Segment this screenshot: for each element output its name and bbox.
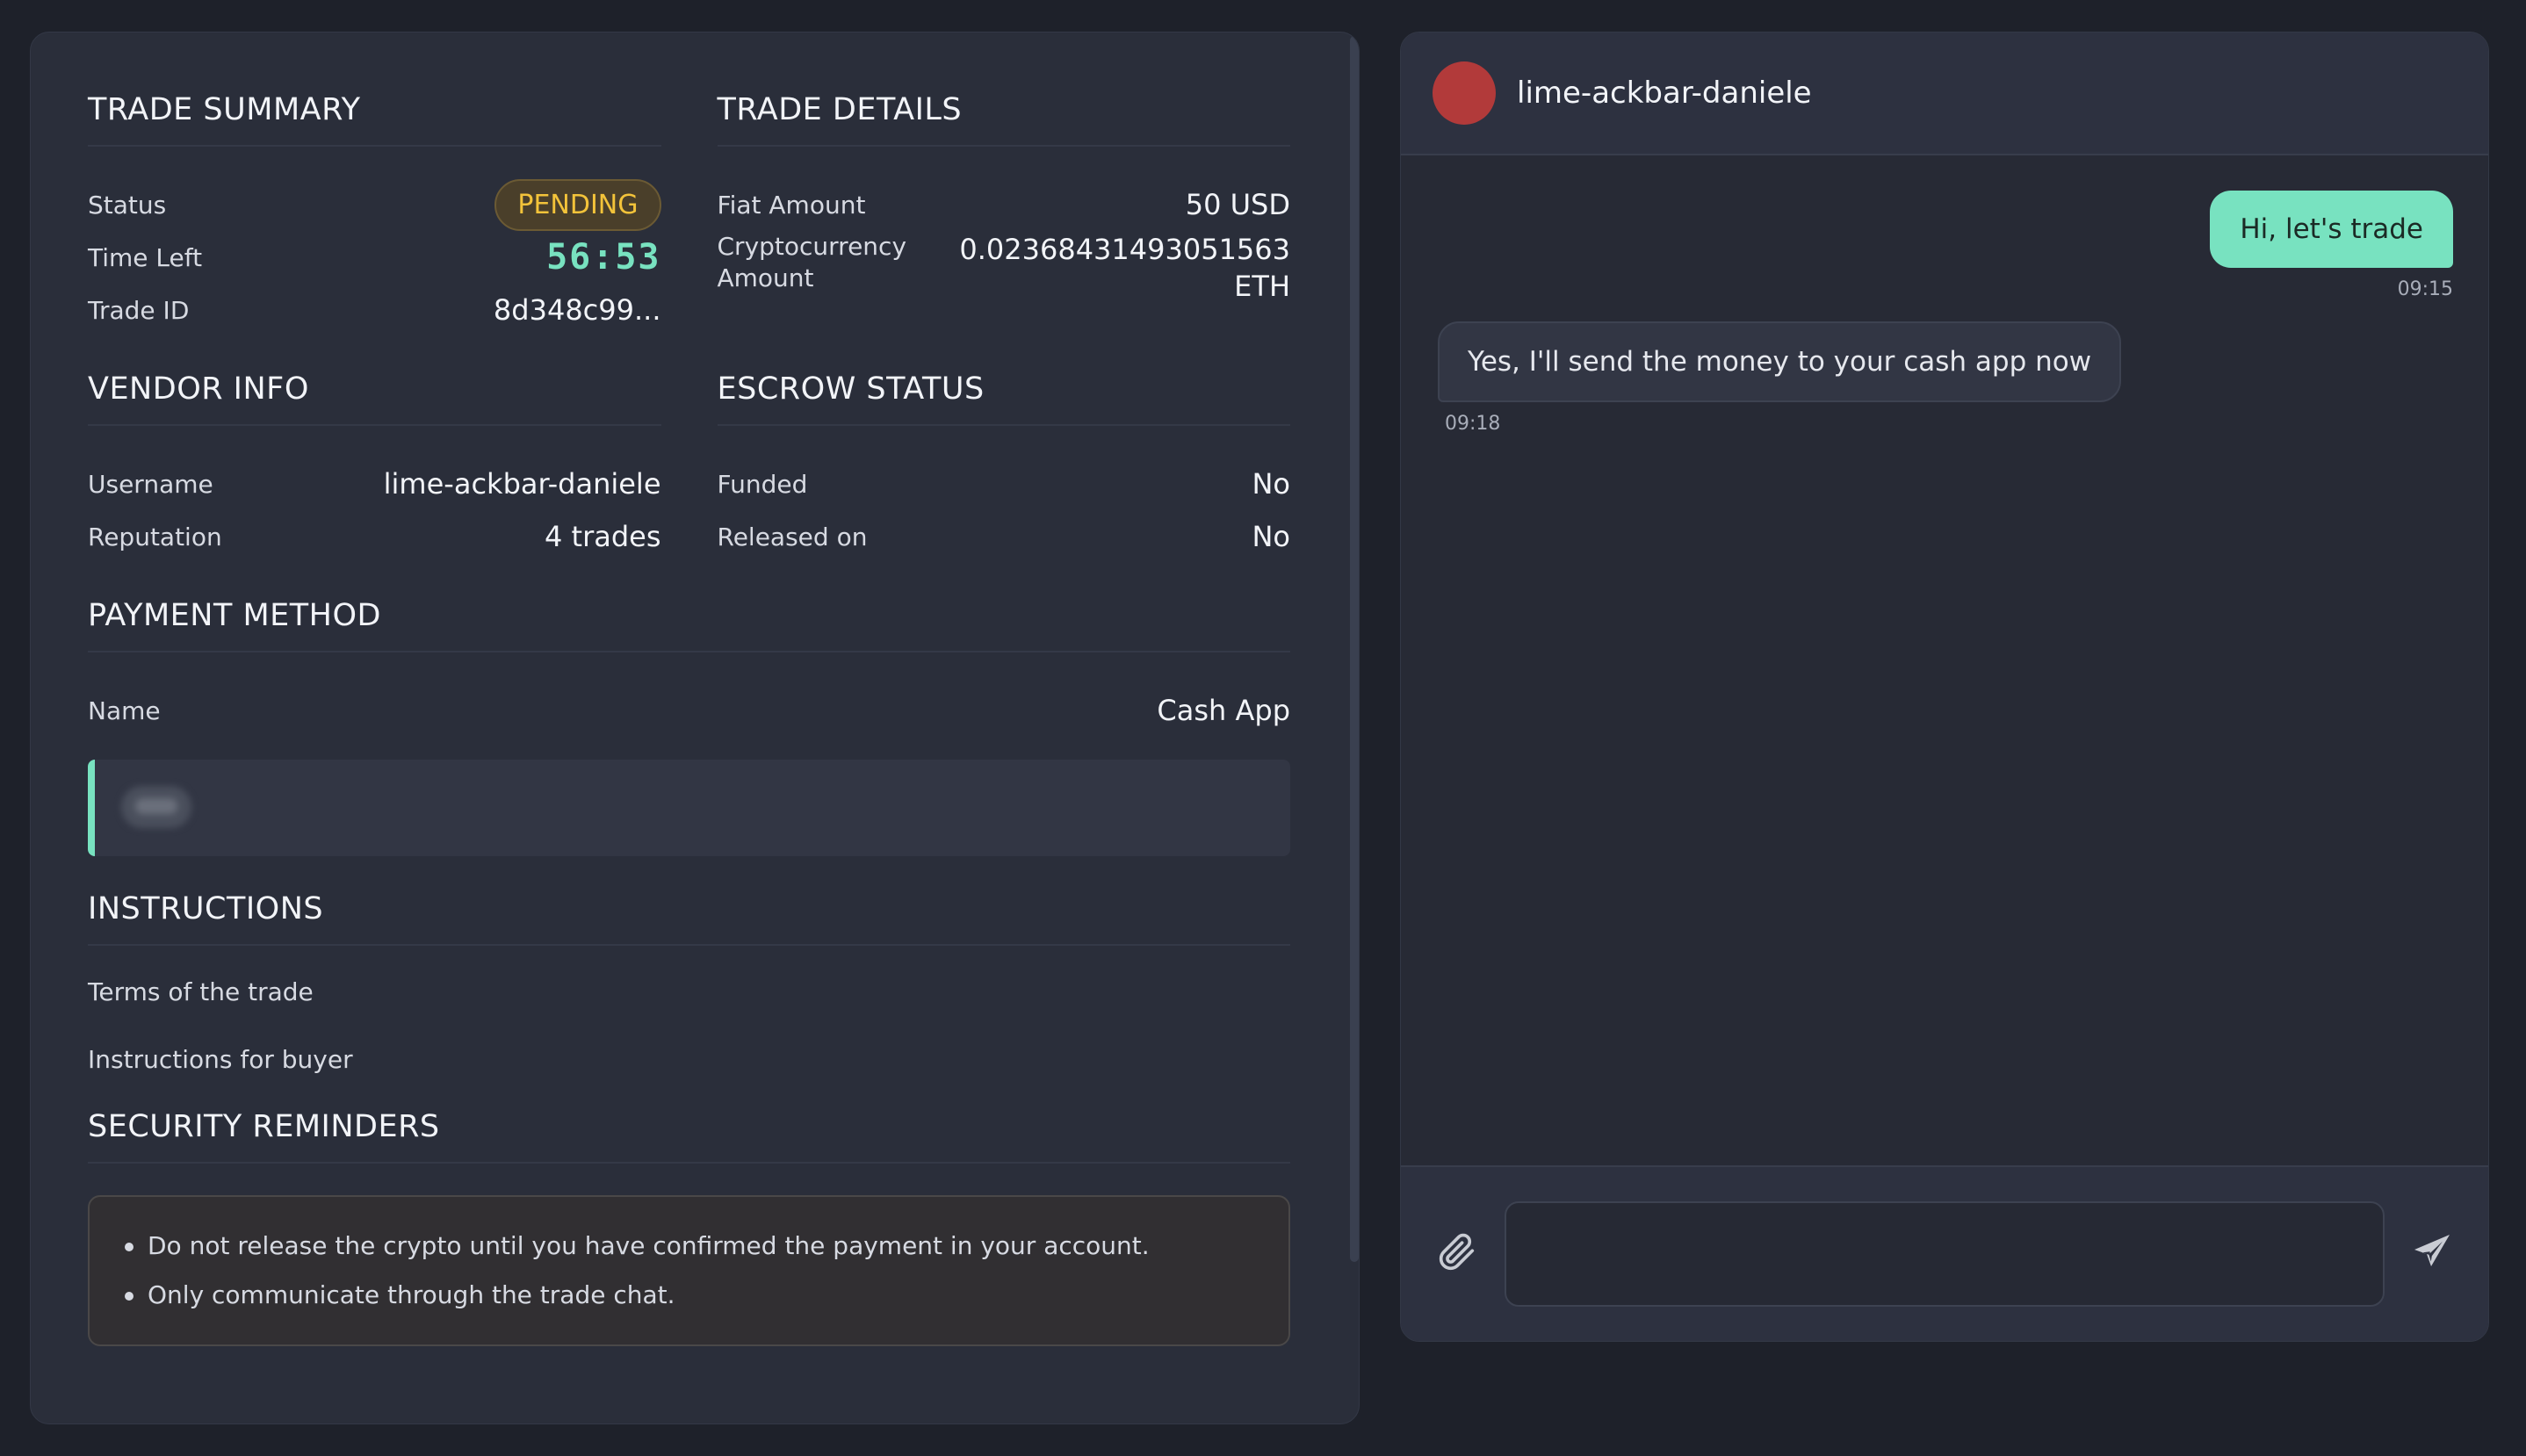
reputation-row: Reputation 4 trades (88, 510, 661, 563)
chat-header: lime-ackbar-daniele (1401, 32, 2488, 155)
time-left-label: Time Left (88, 242, 203, 272)
payment-method-title: PAYMENT METHOD (88, 598, 1290, 652)
payment-method-section: PAYMENT METHOD Name Cash App (88, 598, 1290, 856)
funded-label: Funded (717, 469, 808, 499)
username-label: Username (88, 469, 213, 499)
summary-details-row: TRADE SUMMARY Status PENDING Time Left 5… (88, 92, 1290, 336)
instructions-for-buyer: Instructions for buyer (88, 1045, 353, 1074)
vendor-escrow-row: VENDOR INFO Username lime-ackbar-daniele… (88, 371, 1290, 563)
chat-partner-name: lime-ackbar-daniele (1517, 76, 1812, 111)
payment-name-label: Name (88, 696, 161, 725)
message-incoming: Yes, I'll send the money to your cash ap… (1436, 321, 2453, 435)
trade-id-label: Trade ID (88, 295, 190, 325)
avatar (1433, 61, 1496, 125)
status-badge: PENDING (494, 178, 661, 231)
message-bubble: Hi, let's trade (2210, 191, 2453, 268)
chat-composer (1401, 1165, 2488, 1341)
message-bubble: Yes, I'll send the money to your cash ap… (1438, 321, 2122, 402)
crypto-amount-value: 0.02368431493051563 ETH (959, 233, 1290, 303)
vendor-info-section: VENDOR INFO Username lime-ackbar-daniele… (88, 371, 661, 563)
trade-info-scroll[interactable]: TRADE SUMMARY Status PENDING Time Left 5… (31, 32, 1359, 1424)
message-outgoing: Hi, let's trade 09:15 (1436, 191, 2453, 300)
vendor-info-title: VENDOR INFO (88, 371, 661, 426)
reputation-label: Reputation (88, 522, 222, 551)
funded-value: No (1252, 467, 1290, 501)
trade-id-value[interactable]: 8d348c99... (494, 293, 661, 327)
security-reminder-item: Only communicate through the trade chat. (123, 1271, 1255, 1320)
security-reminders-section: SECURITY REMINDERS Do not release the cr… (88, 1109, 1290, 1346)
username-row: Username lime-ackbar-daniele (88, 458, 661, 510)
escrow-status-section: ESCROW STATUS Funded No Released on No (717, 371, 1291, 563)
released-row: Released on No (718, 510, 1291, 563)
fiat-amount-row: Fiat Amount 50 USD (718, 178, 1291, 231)
payment-name-value: Cash App (1157, 694, 1290, 727)
time-left-row: Time Left 56:53 (88, 231, 661, 284)
paperclip-icon (1438, 1233, 1476, 1275)
security-reminders-list: Do not release the crypto until you have… (88, 1195, 1290, 1346)
escrow-status-title: ESCROW STATUS (717, 371, 1290, 426)
trade-details-section: TRADE DETAILS Fiat Amount 50 USD Cryptoc… (717, 92, 1291, 336)
trade-id-row: Trade ID 8d348c99... (88, 284, 661, 336)
scrollbar[interactable] (1350, 36, 1359, 1262)
send-icon (2411, 1231, 2453, 1277)
send-button[interactable] (2406, 1228, 2458, 1280)
security-reminders-title: SECURITY REMINDERS (88, 1109, 1290, 1164)
trade-info-panel: TRADE SUMMARY Status PENDING Time Left 5… (30, 32, 1360, 1424)
status-row: Status PENDING (88, 178, 661, 231)
message-time: 09:18 (1445, 413, 1501, 435)
attach-button[interactable] (1431, 1228, 1483, 1280)
fiat-amount-value: 50 USD (1185, 188, 1290, 221)
crypto-amount-label: Cryptocurrency Amount (717, 232, 907, 292)
trade-details-title: TRADE DETAILS (717, 92, 1290, 147)
username-value: lime-ackbar-daniele (383, 467, 661, 501)
fiat-amount-label: Fiat Amount (717, 190, 866, 220)
trade-summary-title: TRADE SUMMARY (88, 92, 661, 147)
funded-row: Funded No (718, 458, 1291, 510)
payment-details-box (88, 760, 1290, 856)
released-label: Released on (717, 522, 868, 551)
chat-messages: Hi, let's trade 09:15 Yes, I'll send the… (1401, 155, 2488, 1165)
reputation-value: 4 trades (544, 520, 661, 553)
chat-panel: lime-ackbar-daniele Hi, let's trade 09:1… (1400, 32, 2489, 1342)
terms-of-trade: Terms of the trade (88, 977, 314, 1006)
instructions-section: INSTRUCTIONS Terms of the trade Instruct… (88, 891, 1290, 1074)
trade-summary-section: TRADE SUMMARY Status PENDING Time Left 5… (88, 92, 661, 336)
instructions-title: INSTRUCTIONS (88, 891, 1290, 946)
crypto-amount-row: Cryptocurrency Amount 0.0236843149305156… (718, 231, 1291, 310)
message-time: 09:15 (2397, 278, 2453, 300)
status-label: Status (88, 190, 167, 220)
security-reminder-item: Do not release the crypto until you have… (123, 1222, 1255, 1271)
countdown-timer: 56:53 (546, 237, 661, 278)
payment-name-row: Name Cash App (88, 684, 1290, 737)
released-value: No (1252, 520, 1290, 553)
redacted-payment-detail (121, 786, 191, 828)
message-input[interactable] (1505, 1201, 2385, 1307)
